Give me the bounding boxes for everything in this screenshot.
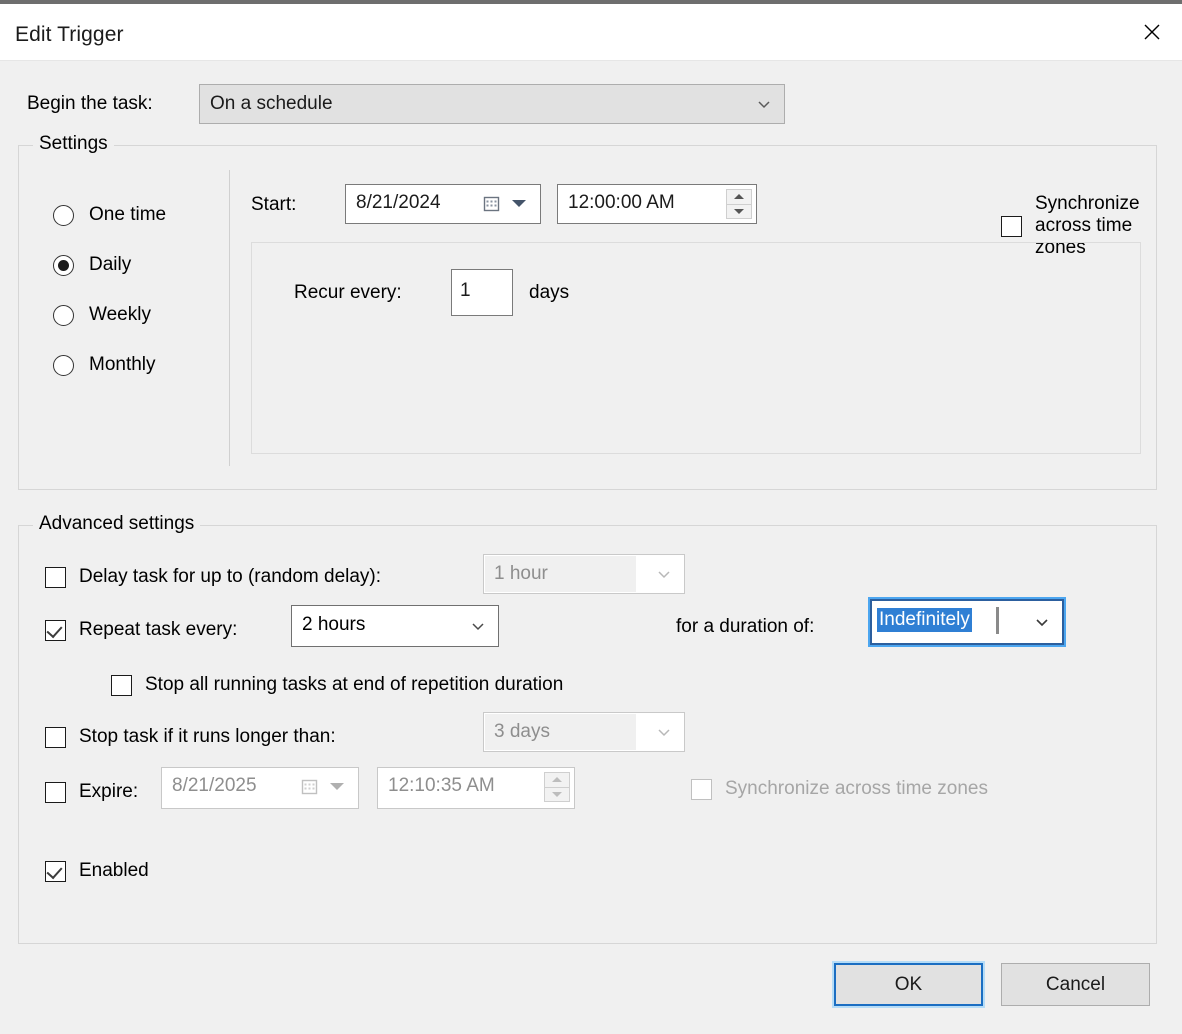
start-date-dropdown-arrow[interactable]: [512, 200, 526, 207]
repeat-task-checkbox[interactable]: Repeat task every:: [45, 619, 237, 641]
enabled-checkbox[interactable]: Enabled: [45, 860, 149, 882]
radio-one-time-label: One time: [89, 204, 167, 225]
stop-task-longer-value: 3 days: [494, 721, 550, 742]
duration-combo[interactable]: Indefinitely: [868, 597, 1066, 647]
radio-daily-label: Daily: [89, 254, 132, 275]
triangle-up-icon: [734, 194, 744, 200]
edit-trigger-dialog: Edit Trigger Begin the task: On a schedu…: [0, 0, 1182, 1034]
triangle-down-icon: [552, 791, 562, 797]
expire-time-field: 12:10:35 AM: [377, 767, 575, 809]
settings-group-label: Settings: [33, 133, 114, 155]
expire-date-value: 8/21/2025: [172, 775, 257, 796]
title-bar: Edit Trigger: [0, 4, 1182, 61]
start-time-spinner[interactable]: [726, 189, 752, 219]
start-date-value: 8/21/2024: [356, 192, 441, 213]
calendar-icon: [301, 779, 318, 795]
calendar-icon: [483, 196, 500, 212]
radio-weekly-label: Weekly: [89, 304, 151, 325]
delay-duration-value: 1 hour: [494, 563, 548, 584]
radio-monthly-label: Monthly: [89, 354, 156, 375]
triangle-up-icon: [552, 777, 562, 783]
stop-all-tasks-checkbox[interactable]: Stop all running tasks at end of repetit…: [111, 674, 563, 696]
recur-every-label: Recur every:: [294, 282, 402, 303]
expire-label: Expire:: [79, 781, 139, 802]
begin-task-combo[interactable]: On a schedule: [199, 84, 785, 124]
ok-button-label: OK: [894, 973, 923, 995]
chevron-down-icon: [472, 623, 484, 631]
stop-task-longer-label: Stop task if it runs longer than:: [79, 726, 336, 747]
advanced-settings-group-label: Advanced settings: [33, 513, 201, 535]
close-icon: [1144, 24, 1159, 40]
expire-date-field: 8/21/2025: [161, 767, 359, 809]
delay-task-label: Delay task for up to (random delay):: [79, 566, 382, 587]
begin-task-label: Begin the task:: [27, 93, 153, 114]
text-caret: [996, 607, 999, 634]
enabled-box: [45, 860, 66, 882]
radio-daily-indicator: [53, 254, 74, 276]
duration-value: Indefinitely: [877, 608, 972, 632]
radio-one-time-indicator: [53, 204, 74, 226]
stop-task-longer-box: [45, 726, 66, 748]
synchronize-timezones-box: [1001, 215, 1022, 237]
expire-synchronize-timezones-box: [691, 778, 712, 800]
settings-group: Settings One time Daily Weekly Monthly S…: [18, 133, 1157, 490]
repeat-task-box: [45, 619, 66, 641]
ok-button[interactable]: OK: [832, 961, 985, 1008]
start-time-value: 12:00:00 AM: [568, 192, 675, 213]
radio-monthly[interactable]: Monthly: [53, 340, 228, 390]
expire-time-spinner-down: [544, 787, 570, 802]
start-time-spinner-down[interactable]: [726, 204, 752, 219]
repeat-interval-combo[interactable]: 2 hours: [291, 605, 499, 647]
start-date-field[interactable]: 8/21/2024: [345, 184, 541, 224]
cancel-button-label: Cancel: [1045, 973, 1106, 995]
radio-one-time[interactable]: One time: [53, 190, 228, 240]
recur-every-value: 1: [460, 280, 471, 301]
expire-box: [45, 781, 66, 803]
settings-divider: [229, 170, 230, 466]
schedule-type-radio-group: One time Daily Weekly Monthly: [53, 190, 228, 390]
chevron-down-icon: [1036, 619, 1048, 627]
triangle-down-icon: [734, 208, 744, 214]
delay-task-box: [45, 566, 66, 588]
enabled-label: Enabled: [79, 860, 149, 881]
delay-duration-combo: 1 hour: [483, 554, 685, 594]
stop-all-tasks-box: [111, 674, 132, 696]
begin-task-value: On a schedule: [210, 93, 333, 114]
expire-checkbox[interactable]: Expire:: [45, 781, 138, 803]
repeat-interval-value: 2 hours: [302, 614, 366, 635]
expire-date-dropdown-arrow: [330, 783, 344, 790]
start-time-spinner-up[interactable]: [726, 189, 752, 205]
radio-weekly[interactable]: Weekly: [53, 290, 228, 340]
close-button[interactable]: [1121, 4, 1182, 60]
duration-label: for a duration of:: [676, 616, 815, 637]
recur-every-input[interactable]: 1: [451, 269, 513, 316]
expire-synchronize-timezones-label: Synchronize across time zones: [725, 778, 988, 799]
start-label: Start:: [251, 194, 297, 215]
delay-task-checkbox[interactable]: Delay task for up to (random delay):: [45, 566, 381, 588]
recurrence-panel: Recur every: 1 days: [251, 242, 1141, 454]
expire-time-spinner: [544, 772, 570, 802]
expire-synchronize-timezones-checkbox: Synchronize across time zones: [691, 778, 988, 800]
chevron-down-icon: [658, 571, 670, 579]
expire-time-value: 12:10:35 AM: [388, 775, 495, 796]
start-time-field[interactable]: 12:00:00 AM: [557, 184, 757, 224]
recur-every-unit: days: [529, 282, 570, 303]
chevron-down-icon: [758, 101, 770, 109]
advanced-settings-group: Advanced settings Delay task for up to (…: [18, 513, 1157, 944]
dialog-body: Begin the task: On a schedule Settings O…: [0, 61, 1182, 1034]
chevron-down-icon: [658, 729, 670, 737]
begin-task-row: Begin the task: On a schedule: [27, 84, 1157, 124]
expire-time-spinner-up: [544, 772, 570, 788]
start-row: Start: 8/21/2024 12:00:00 AM Synchronize…: [251, 184, 1141, 258]
radio-monthly-indicator: [53, 354, 74, 376]
repeat-task-label: Repeat task every:: [79, 619, 238, 640]
stop-task-longer-combo: 3 days: [483, 712, 685, 752]
window-title: Edit Trigger: [15, 23, 124, 46]
radio-weekly-indicator: [53, 304, 74, 326]
stop-all-tasks-label: Stop all running tasks at end of repetit…: [145, 674, 564, 695]
stop-task-longer-checkbox[interactable]: Stop task if it runs longer than:: [45, 726, 336, 748]
cancel-button[interactable]: Cancel: [1001, 963, 1150, 1006]
radio-daily[interactable]: Daily: [53, 240, 228, 290]
